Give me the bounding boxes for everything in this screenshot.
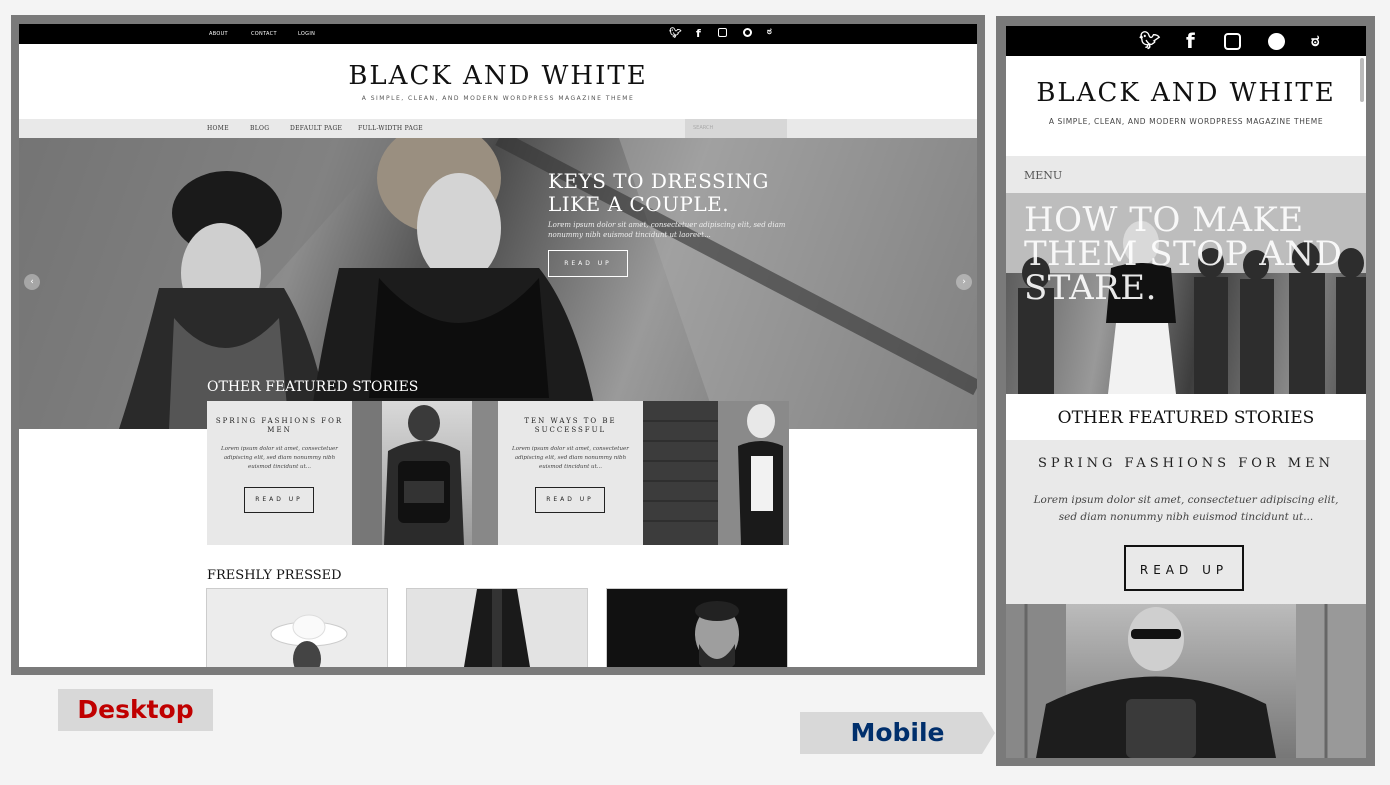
mobile-site-tagline: A SIMPLE, CLEAN, AND MODERN WORDPRESS MA…: [1048, 117, 1324, 126]
nav-home[interactable]: HOME: [207, 125, 229, 132]
mobile-frame: 🐦︎ f ಠ BLACK AND WHITE A SIMPLE, CLEAN, …: [996, 16, 1375, 766]
hero-read-up-button[interactable]: READ UP: [548, 250, 628, 277]
featured-card: TEN WAYS TO BE SUCCESSFUL Lorem ipsum do…: [498, 401, 643, 545]
nav-default-page[interactable]: DEFAULT PAGE: [290, 125, 342, 132]
man-backpack-image: [352, 401, 498, 545]
mobile-menu-toggle[interactable]: MENU: [1006, 156, 1366, 193]
hero-image: [19, 138, 977, 429]
mobile-read-up-button[interactable]: READ UP: [1124, 545, 1244, 591]
featured-card: SPRING FASHIONS FOR MEN Lorem ipsum dolo…: [207, 401, 352, 545]
post-thumbnail[interactable]: [606, 588, 788, 667]
featured-photo[interactable]: [643, 401, 789, 545]
featured-read-up-button[interactable]: READ UP: [244, 487, 314, 513]
mobile-top-bar: 🐦︎ f ಠ: [1006, 26, 1366, 56]
hero-title-line-1: KEYS TO DRESSING: [548, 169, 770, 193]
mobile-hero-title[interactable]: HOW TO MAKE THEM STOP AND STARE.: [1024, 203, 1354, 305]
hero-title[interactable]: KEYS TO DRESSING LIKE A COUPLE.: [548, 170, 788, 216]
weibo-icon[interactable]: ಠ: [767, 27, 772, 37]
featured-read-up-button[interactable]: READ UP: [535, 487, 605, 513]
instagram-icon[interactable]: [718, 28, 727, 37]
hero-slider: ‹ › KEYS TO DRESSING LIKE A COUPLE. Lore…: [19, 138, 977, 429]
top-link-login[interactable]: LOGIN: [298, 31, 315, 37]
post-thumbnail[interactable]: [406, 588, 588, 667]
desktop-label: Desktop: [58, 689, 213, 731]
site-tagline: A SIMPLE, CLEAN, AND MODERN WORDPRESS MA…: [361, 95, 635, 102]
search-input[interactable]: SEARCH: [685, 119, 787, 138]
mobile-featured-card: SPRING FASHIONS FOR MEN Lorem ipsum dolo…: [1006, 440, 1366, 604]
mobile-hero[interactable]: HOW TO MAKE THEM STOP AND STARE.: [1006, 193, 1366, 394]
hero-excerpt: Lorem ipsum dolor sit amet, consectetuer…: [548, 221, 786, 239]
mobile-featured-photo[interactable]: [1006, 604, 1366, 758]
mobile-screen: 🐦︎ f ಠ BLACK AND WHITE A SIMPLE, CLEAN, …: [1006, 26, 1366, 758]
mobile-featured-card-excerpt: Lorem ipsum dolor sit amet, consectetuer…: [1033, 494, 1339, 523]
desktop-screen: ABOUT CONTACT LOGIN 🐦︎ f ಠ BLACK AND WHI…: [19, 24, 977, 667]
prev-arrow-icon[interactable]: ‹: [24, 274, 40, 290]
post-thumbnail[interactable]: [206, 588, 388, 667]
mobile-featured-card-title[interactable]: SPRING FASHIONS FOR MEN: [1006, 456, 1366, 471]
twitter-icon[interactable]: 🐦︎: [1139, 31, 1161, 51]
site-title[interactable]: BLACK AND WHITE: [19, 61, 977, 91]
featured-card-title[interactable]: SPRING FASHIONS FOR MEN: [207, 417, 352, 435]
bearded-man-image: [695, 601, 739, 667]
woman-brick-wall-image: [643, 401, 789, 545]
mobile-label: Mobile: [800, 712, 995, 754]
snapchat-icon[interactable]: [1268, 33, 1285, 50]
mobile-featured-heading: OTHER FEATURED STORIES: [1057, 408, 1315, 428]
featured-card-title[interactable]: TEN WAYS TO BE SUCCESSFUL: [498, 417, 643, 435]
featured-card-excerpt: Lorem ipsum dolor sit amet, consectetuer…: [221, 446, 338, 470]
top-bar: ABOUT CONTACT LOGIN 🐦︎ f ಠ: [19, 24, 977, 44]
hero-title-line-2: LIKE A COUPLE.: [548, 192, 730, 216]
twitter-icon[interactable]: 🐦︎: [669, 28, 682, 39]
featured-card-excerpt: Lorem ipsum dolor sit amet, consectetuer…: [512, 446, 629, 470]
mobile-label-text: Mobile: [850, 718, 945, 747]
next-arrow-icon[interactable]: ›: [956, 274, 972, 290]
search-placeholder: SEARCH: [693, 125, 714, 131]
facebook-icon[interactable]: f: [1186, 29, 1195, 53]
facebook-icon[interactable]: f: [696, 27, 701, 40]
mobile-site-title[interactable]: BLACK AND WHITE: [1006, 78, 1366, 108]
top-link-about[interactable]: ABOUT: [209, 31, 228, 37]
black-dress-image: [464, 589, 530, 667]
desktop-frame: ABOUT CONTACT LOGIN 🐦︎ f ಠ BLACK AND WHI…: [11, 15, 985, 675]
woman-hat-image: [270, 614, 348, 667]
instagram-icon[interactable]: [1224, 33, 1241, 50]
nav-blog[interactable]: BLOG: [250, 125, 269, 132]
main-nav: HOME BLOG DEFAULT PAGE FULL-WIDTH PAGE S…: [19, 119, 977, 138]
featured-heading: OTHER FEATURED STORIES: [207, 379, 419, 395]
menu-label: MENU: [1024, 169, 1063, 182]
weibo-icon[interactable]: ಠ: [1311, 31, 1319, 51]
snapchat-icon[interactable]: [743, 28, 752, 37]
man-sunglasses-image: [1006, 604, 1366, 758]
freshly-pressed-heading: FRESHLY PRESSED: [207, 568, 342, 583]
top-link-contact[interactable]: CONTACT: [251, 31, 277, 37]
featured-photo[interactable]: [352, 401, 498, 545]
nav-full-width-page[interactable]: FULL-WIDTH PAGE: [358, 125, 423, 132]
